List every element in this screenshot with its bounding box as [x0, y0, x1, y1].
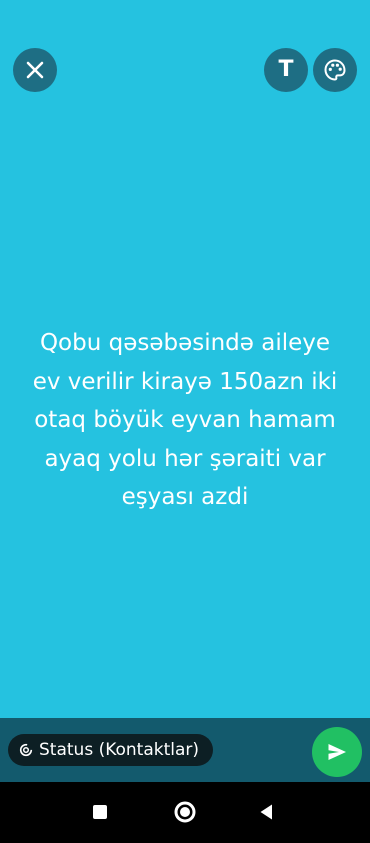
status-ring-icon: [19, 743, 33, 757]
status-text[interactable]: Qobu qəsəbəsində aileye ev verilir kiray…: [0, 324, 370, 517]
status-text-line: eşyası azdi: [121, 484, 249, 510]
text-style-label: T: [278, 57, 294, 82]
composer-bar: Status (Kontaktlar): [0, 718, 370, 782]
status-text-line: ev verilir kirayə 150azn iki: [32, 368, 338, 395]
status-canvas[interactable]: T Qobu qəsəbəsində aileye ev verilir kir…: [0, 0, 370, 718]
status-text-line: Qobu qəsəbəsində aileye: [39, 330, 331, 356]
send-icon: [328, 744, 346, 760]
status-text-line: ayaq yolu hər şəraiti var: [44, 445, 326, 472]
close-button[interactable]: [13, 48, 57, 92]
status-audience-label: Status (Kontaktlar): [39, 740, 200, 760]
circle-icon: [174, 801, 196, 823]
send-button[interactable]: [312, 727, 362, 777]
color-palette-button[interactable]: [313, 48, 357, 92]
status-text-line: otaq böyük eyvan hamam: [34, 407, 336, 433]
text-style-button[interactable]: T: [264, 48, 308, 92]
square-icon: [93, 805, 107, 819]
home-button[interactable]: [169, 796, 201, 828]
system-navigation-bar: [0, 782, 370, 843]
status-audience-selector[interactable]: Status (Kontaktlar): [8, 734, 214, 766]
palette-icon: [324, 59, 346, 81]
back-button[interactable]: [251, 796, 283, 828]
close-icon: [26, 61, 44, 79]
recents-button[interactable]: [84, 796, 116, 828]
triangle-back-icon: [260, 804, 272, 820]
